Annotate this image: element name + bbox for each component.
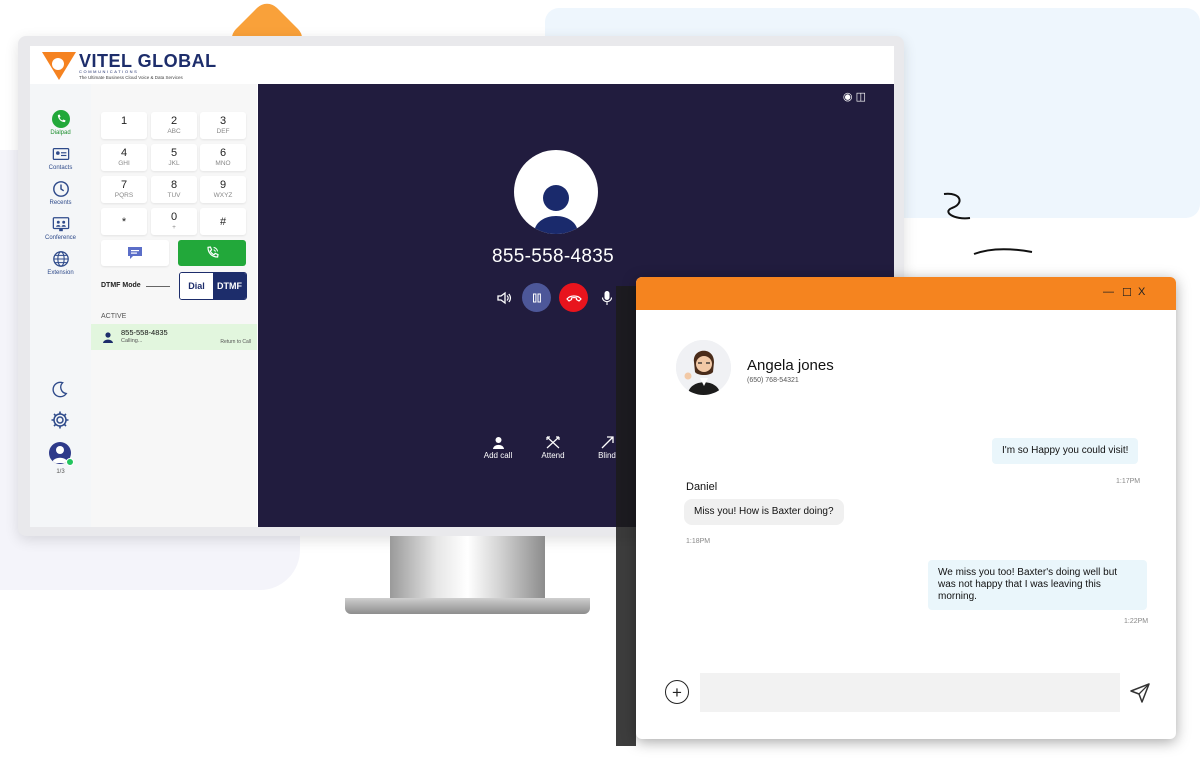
online-status-dot (66, 458, 74, 466)
key-0[interactable]: 0 + (151, 208, 197, 235)
rail-item-dialpad[interactable]: Dialpad (30, 110, 91, 136)
key-8[interactable]: 8 TUV (151, 176, 197, 203)
contact-card-icon (52, 147, 69, 161)
globe-icon (52, 251, 69, 267)
contact-avatar (676, 340, 731, 395)
plus-icon: + (672, 682, 682, 702)
brand-tagline: The Ultimate Business Cloud Voice & Data… (79, 75, 183, 80)
contact-name: Angela jones (747, 357, 834, 374)
dtmf-divider (146, 286, 170, 287)
caller-avatar (514, 150, 598, 234)
message-timestamp: 1:22PM (1124, 618, 1149, 625)
nav-rail: Dialpad Contacts Recents Conference Exte… (30, 84, 91, 527)
close-button[interactable]: X (1138, 286, 1145, 298)
blind-label: Blind (598, 451, 616, 460)
speaker-button[interactable] (492, 286, 516, 310)
dial-mode-toggle[interactable]: Dial DTMF (179, 272, 247, 300)
layout-toggle-icon[interactable]: ◫ (856, 91, 866, 103)
rail-item-contacts[interactable]: Contacts (30, 145, 91, 171)
active-call-item[interactable]: 855-558-4835 Calling... Return to Call (91, 324, 257, 350)
key-hash[interactable]: # (200, 208, 246, 235)
key-7[interactable]: 7 PQRS (101, 176, 147, 203)
brand-name: VITEL GLOBAL (79, 51, 217, 71)
moon-icon[interactable] (51, 380, 69, 398)
rail-label-recents: Recents (49, 200, 72, 206)
key-2[interactable]: 2 ABC (151, 112, 197, 139)
key-1[interactable]: 1 (101, 112, 147, 139)
hangup-button[interactable] (559, 283, 588, 312)
record-icon[interactable]: ◉ (843, 91, 853, 103)
person-icon (534, 185, 578, 234)
attend-label: Attend (541, 451, 565, 460)
call-view-controls: ◉ ◫ (843, 90, 866, 103)
clock-icon (52, 181, 69, 197)
caller-avatar-icon (103, 332, 113, 343)
rail-label-conference: Conference (44, 235, 77, 241)
message-button[interactable] (101, 240, 169, 266)
key-4[interactable]: 4 GHI (101, 144, 147, 171)
caller-number: 855-558-4835 (492, 246, 614, 267)
call-button[interactable] (178, 240, 246, 266)
key-9[interactable]: 9 WXYZ (200, 176, 246, 203)
contact-photo-icon (676, 340, 731, 395)
dtmf-mode-label: DTMF Mode (101, 282, 141, 289)
phone-icon (51, 110, 70, 128)
rail-label-dialpad: Dialpad (50, 130, 71, 136)
hangup-icon (565, 294, 582, 302)
chat-bubble-icon (128, 247, 142, 259)
add-call-button[interactable]: Add call (472, 436, 524, 460)
contact-phone: (650) 768-54321 (747, 377, 799, 384)
gear-icon[interactable] (50, 410, 70, 430)
speaker-icon (497, 291, 512, 305)
rail-item-extension[interactable]: Extension (30, 250, 91, 276)
chat-titlebar: — ☐ X (636, 277, 1176, 310)
attended-transfer-button[interactable]: Attend (527, 436, 579, 460)
message-timestamp: 1:18PM (686, 538, 711, 545)
chat-window: — ☐ X Angela jones (650) 768-54321 I'm s… (636, 277, 1176, 739)
add-call-label: Add call (483, 451, 513, 460)
add-attachment-button[interactable]: + (665, 680, 689, 704)
dialpad-panel: 1 2 ABC 3 DEF 4 GHI 5 JKL 6 MNO 7 PQRS 8 TUV 9W… (91, 84, 257, 527)
message-bubble-out: We miss you too! Baxter's doing well but… (928, 560, 1147, 610)
decorative-squiggle (943, 192, 1033, 255)
minimize-button[interactable]: — (1103, 286, 1114, 298)
message-sender: Daniel (686, 481, 718, 493)
logo-mark-icon (42, 52, 76, 82)
dial-mode-button[interactable]: Dial (180, 273, 213, 299)
monitor-stand (390, 536, 545, 602)
rail-label-extension: Extension (47, 270, 74, 276)
brand-logo: VITEL GLOBAL COMMUNICATIONS The Ultimate… (42, 52, 217, 82)
message-input[interactable] (700, 673, 1120, 712)
message-bubble-in: Miss you! How is Baxter doing? (684, 499, 844, 525)
pause-icon (532, 293, 541, 302)
microphone-icon (601, 291, 613, 305)
active-section-label: ACTIVE (101, 313, 127, 320)
active-call-number: 855-558-4835 (121, 328, 168, 337)
send-icon[interactable] (1128, 681, 1152, 705)
conference-icon (52, 217, 69, 232)
message-timestamp: 1:17PM (1116, 478, 1141, 485)
user-count: 1/3 (56, 469, 65, 475)
chat-backdrop (616, 286, 636, 746)
rail-label-contacts: Contacts (48, 165, 73, 171)
key-5[interactable]: 5 JKL (151, 144, 197, 171)
key-3[interactable]: 3 DEF (200, 112, 246, 139)
maximize-button[interactable]: ☐ (1122, 286, 1132, 299)
rail-item-conference[interactable]: Conference (30, 215, 91, 241)
key-6[interactable]: 6 MNO (200, 144, 246, 171)
message-bubble-out: I'm so Happy you could visit! (992, 438, 1139, 464)
hold-button[interactable] (522, 283, 551, 312)
add-user-icon (492, 437, 504, 449)
rail-item-recents[interactable]: Recents (30, 180, 91, 206)
monitor-base (345, 598, 590, 614)
active-call-status: Calling... (121, 338, 143, 344)
return-to-call-link[interactable]: Return to Call (220, 339, 251, 345)
phone-call-icon (207, 246, 219, 258)
dtmf-mode-button[interactable]: DTMF (213, 273, 246, 299)
transfer-icon (546, 436, 560, 449)
mute-button[interactable] (596, 286, 618, 310)
key-star[interactable]: * (101, 208, 147, 235)
arrow-icon (601, 436, 614, 449)
